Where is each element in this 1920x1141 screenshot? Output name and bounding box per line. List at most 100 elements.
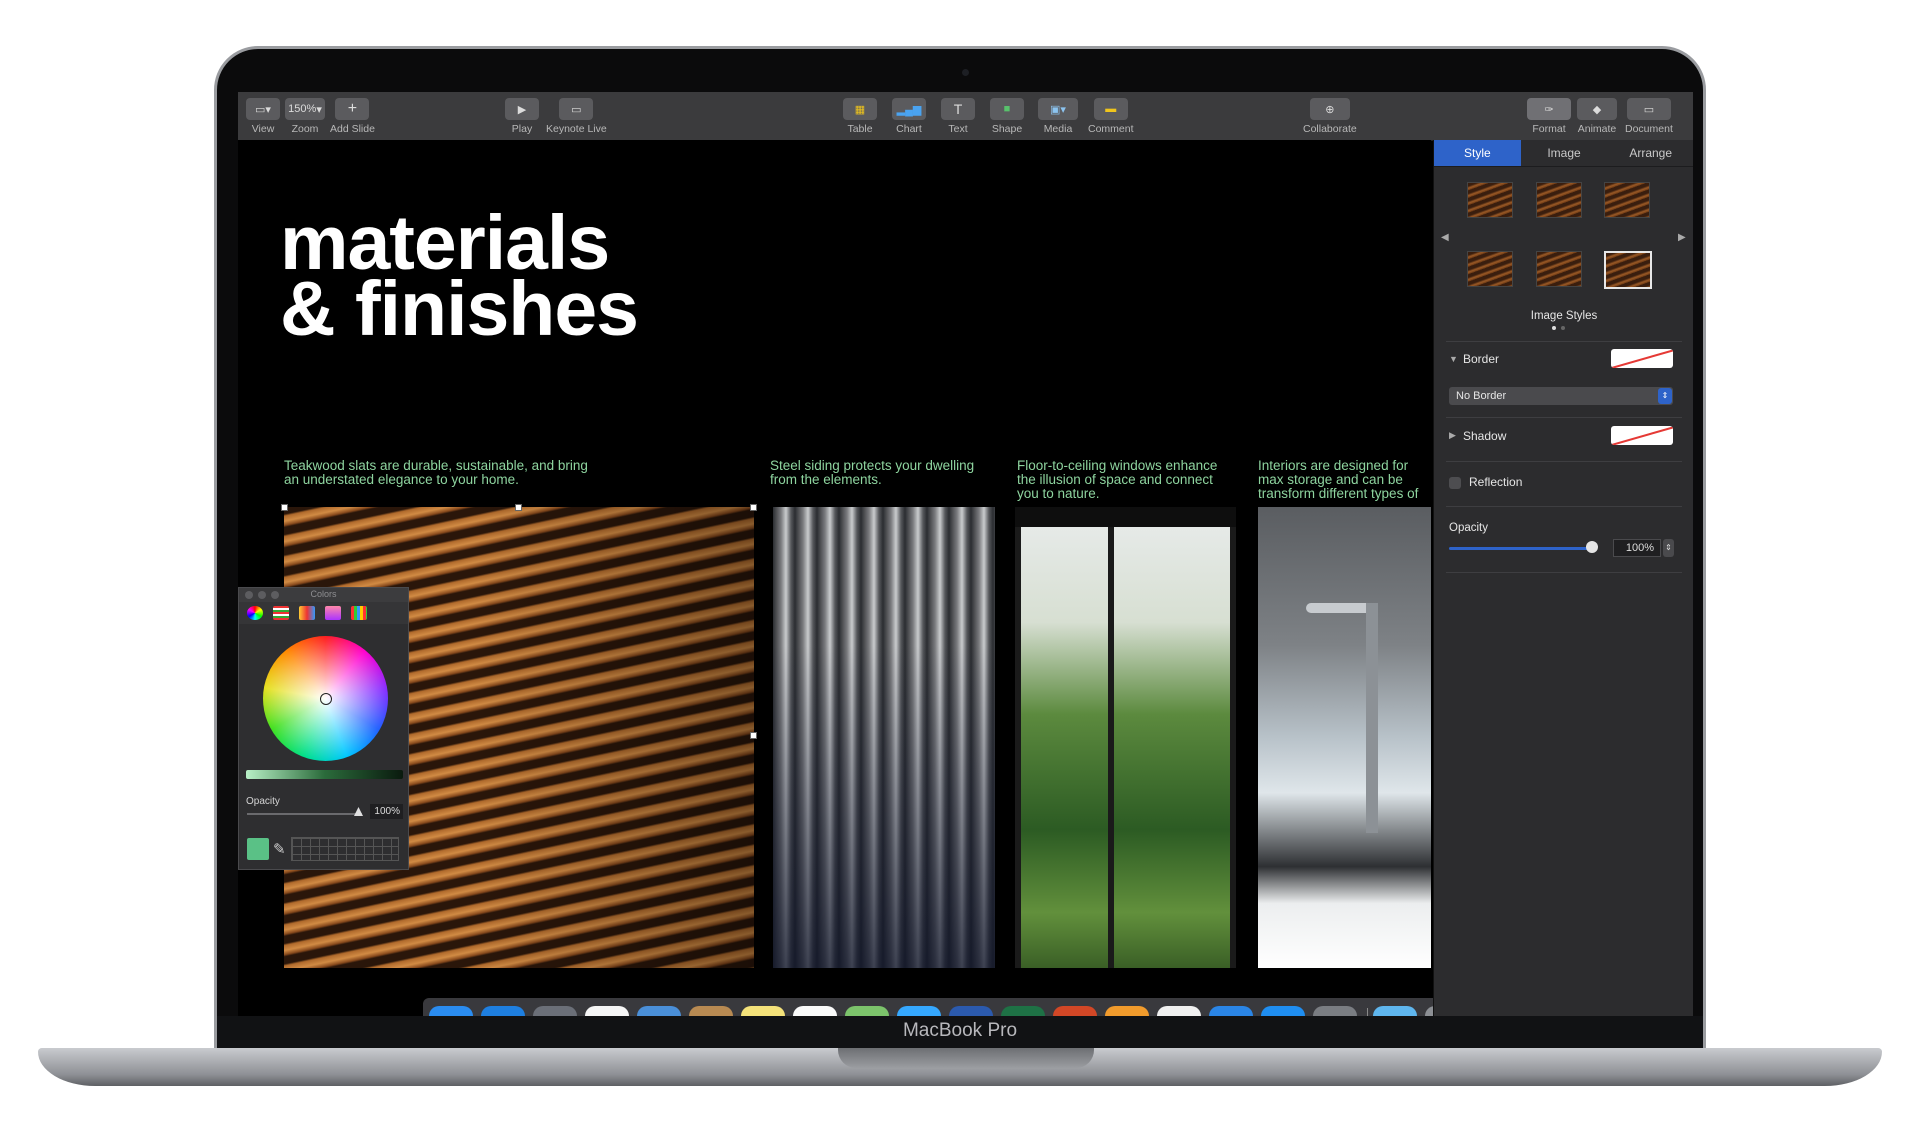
powerpoint-icon[interactable]: P (1053, 1006, 1097, 1016)
color-wheel-cursor-icon[interactable] (320, 693, 332, 705)
format-icon[interactable]: ✑ (1527, 98, 1571, 120)
keynote-icon[interactable]: ⚲ (1209, 1006, 1253, 1016)
colors-opacity-track[interactable] (247, 813, 362, 815)
tab-image[interactable]: Image (1521, 140, 1608, 166)
selected-color-swatch[interactable] (247, 838, 269, 860)
contacts-icon[interactable]: ☗ (689, 1006, 733, 1016)
photos-icon[interactable]: ✿ (585, 1006, 629, 1016)
view-icon[interactable]: ▭▾ (246, 98, 280, 120)
border-style-select[interactable]: No Border ⇕ (1449, 387, 1673, 405)
plus-icon[interactable]: + (335, 98, 370, 120)
chart-icon[interactable]: ▂▄▆ (892, 98, 926, 120)
page-dot[interactable] (1561, 326, 1565, 330)
pages-icon[interactable]: ✐ (1105, 1006, 1149, 1016)
animate-icon[interactable]: ◆ (1577, 98, 1617, 120)
toolbar-chart[interactable]: ▂▄▆ Chart (892, 98, 926, 135)
table-icon[interactable]: ▦ (843, 98, 877, 120)
color-palettes-mode-icon[interactable] (299, 606, 315, 620)
opacity-slider-knob[interactable] (1586, 541, 1598, 553)
selection-handle[interactable] (515, 504, 522, 511)
zoom-select[interactable]: 150% ▾ (285, 98, 325, 120)
launchpad-icon[interactable]: ➶ (533, 1006, 577, 1016)
notes-icon[interactable]: ✎ (741, 1006, 785, 1016)
toolbar-text[interactable]: T Text (941, 98, 975, 135)
excel-icon[interactable]: X (1001, 1006, 1045, 1016)
steel-siding-photo[interactable] (773, 507, 995, 968)
color-sliders-mode-icon[interactable] (273, 606, 289, 620)
toolbar-keynote-live[interactable]: ▭ Keynote Live (546, 98, 607, 135)
color-swatch-grid[interactable] (291, 837, 399, 861)
play-icon[interactable]: ▶ (505, 98, 539, 120)
slide-canvas[interactable]: materials & finishes Teakwood slats are … (238, 140, 1501, 1016)
safari-icon[interactable]: ⊕ (481, 1006, 525, 1016)
pencils-mode-icon[interactable] (351, 606, 367, 620)
document-icon[interactable]: ▭ (1626, 98, 1671, 120)
colors-opacity-field[interactable]: 100% (370, 804, 403, 819)
toolbar-table[interactable]: ▦ Table (843, 98, 877, 135)
image-style-thumb[interactable] (1604, 182, 1650, 218)
windows-photo[interactable] (1015, 507, 1236, 968)
border-color-well[interactable] (1611, 349, 1673, 368)
color-wheel-mode-icon[interactable] (247, 606, 263, 620)
chevron-left-icon[interactable]: ◀ (1441, 232, 1449, 243)
caption-teakwood[interactable]: Teakwood slats are durable, sustainable,… (284, 459, 604, 487)
shape-icon[interactable]: ■ (990, 98, 1024, 120)
toolbar-shape[interactable]: ■ Shape (990, 98, 1024, 135)
colors-opacity-knob[interactable] (354, 807, 363, 816)
brightness-slider[interactable] (246, 770, 403, 779)
numbers-icon[interactable]: ▥ (1157, 1006, 1201, 1016)
collaborate-icon[interactable]: ⊕ (1309, 98, 1350, 120)
colors-panel-titlebar[interactable]: Colors (239, 588, 408, 602)
image-style-thumb[interactable] (1536, 182, 1582, 218)
word-icon[interactable]: W (949, 1006, 993, 1016)
tab-arrange[interactable]: Arrange (1607, 140, 1693, 166)
system-preferences-icon[interactable]: ⚙ (1313, 1006, 1357, 1016)
colors-panel[interactable]: Colors Opacity 100% ✎ (238, 587, 409, 870)
media-icon[interactable]: ▣▾ (1038, 98, 1078, 120)
toolbar-format[interactable]: ✑ Format (1527, 98, 1571, 135)
opacity-stepper[interactable]: ⇕ (1663, 539, 1674, 557)
opacity-field[interactable]: 100% (1613, 539, 1661, 557)
selection-handle[interactable] (281, 504, 288, 511)
image-style-thumb[interactable] (1467, 182, 1513, 218)
slide-title[interactable]: materials & finishes (280, 205, 639, 348)
text-icon[interactable]: T (941, 98, 975, 120)
comment-icon[interactable]: ▬ (1093, 98, 1128, 120)
image-style-thumb[interactable] (1536, 251, 1582, 287)
page-dot-active[interactable] (1552, 326, 1556, 330)
caption-steel[interactable]: Steel siding protects your dwelling from… (770, 459, 990, 487)
reminders-icon[interactable]: ☰ (793, 1006, 837, 1016)
toolbar-media[interactable]: ▣▾ Media (1038, 98, 1078, 135)
disclosure-open-icon[interactable]: ▼ (1449, 354, 1458, 364)
selection-handle[interactable] (750, 504, 757, 511)
tab-style[interactable]: Style (1434, 140, 1521, 166)
chevron-right-icon[interactable]: ▶ (1678, 232, 1686, 243)
caption-windows[interactable]: Floor-to-ceiling windows enhance the ill… (1017, 459, 1232, 501)
toolbar-add-slide[interactable]: + Add Slide (330, 98, 375, 135)
mail-icon[interactable]: ✉ (637, 1006, 681, 1016)
toolbar-zoom[interactable]: 150% ▾ Zoom (285, 98, 325, 135)
toolbar-comment[interactable]: ▬ Comment (1088, 98, 1134, 135)
shadow-color-well[interactable] (1611, 426, 1673, 445)
image-style-thumb[interactable] (1467, 251, 1513, 287)
app-store-icon[interactable]: A (1261, 1006, 1305, 1016)
opacity-slider-track[interactable] (1449, 547, 1591, 550)
messages-icon[interactable]: ✆ (897, 1006, 941, 1016)
disclosure-closed-icon[interactable]: ▶ (1449, 430, 1456, 441)
finder-icon[interactable]: ☺ (429, 1006, 473, 1016)
kitchen-photo[interactable] (1258, 507, 1431, 968)
keynote-live-icon[interactable]: ▭ (559, 98, 594, 120)
selection-handle[interactable] (750, 732, 757, 739)
toolbar-animate[interactable]: ◆ Animate (1577, 98, 1617, 135)
reflection-checkbox[interactable] (1449, 477, 1461, 489)
toolbar-document[interactable]: ▭ Document (1625, 98, 1673, 135)
toolbar-view[interactable]: ▭▾ View (246, 98, 280, 135)
image-palettes-mode-icon[interactable] (325, 606, 341, 620)
downloads-folder-icon[interactable]: ⬇ (1373, 1006, 1417, 1016)
maps-icon[interactable]: ⌖ (845, 1006, 889, 1016)
toolbar-collaborate[interactable]: ⊕ Collaborate (1303, 98, 1357, 135)
image-style-thumb-selected[interactable] (1604, 251, 1652, 289)
eyedropper-icon[interactable]: ✎ (273, 840, 286, 858)
caption-interiors[interactable]: Interiors are designed for max storage a… (1258, 459, 1431, 503)
toolbar-play[interactable]: ▶ Play (505, 98, 539, 135)
